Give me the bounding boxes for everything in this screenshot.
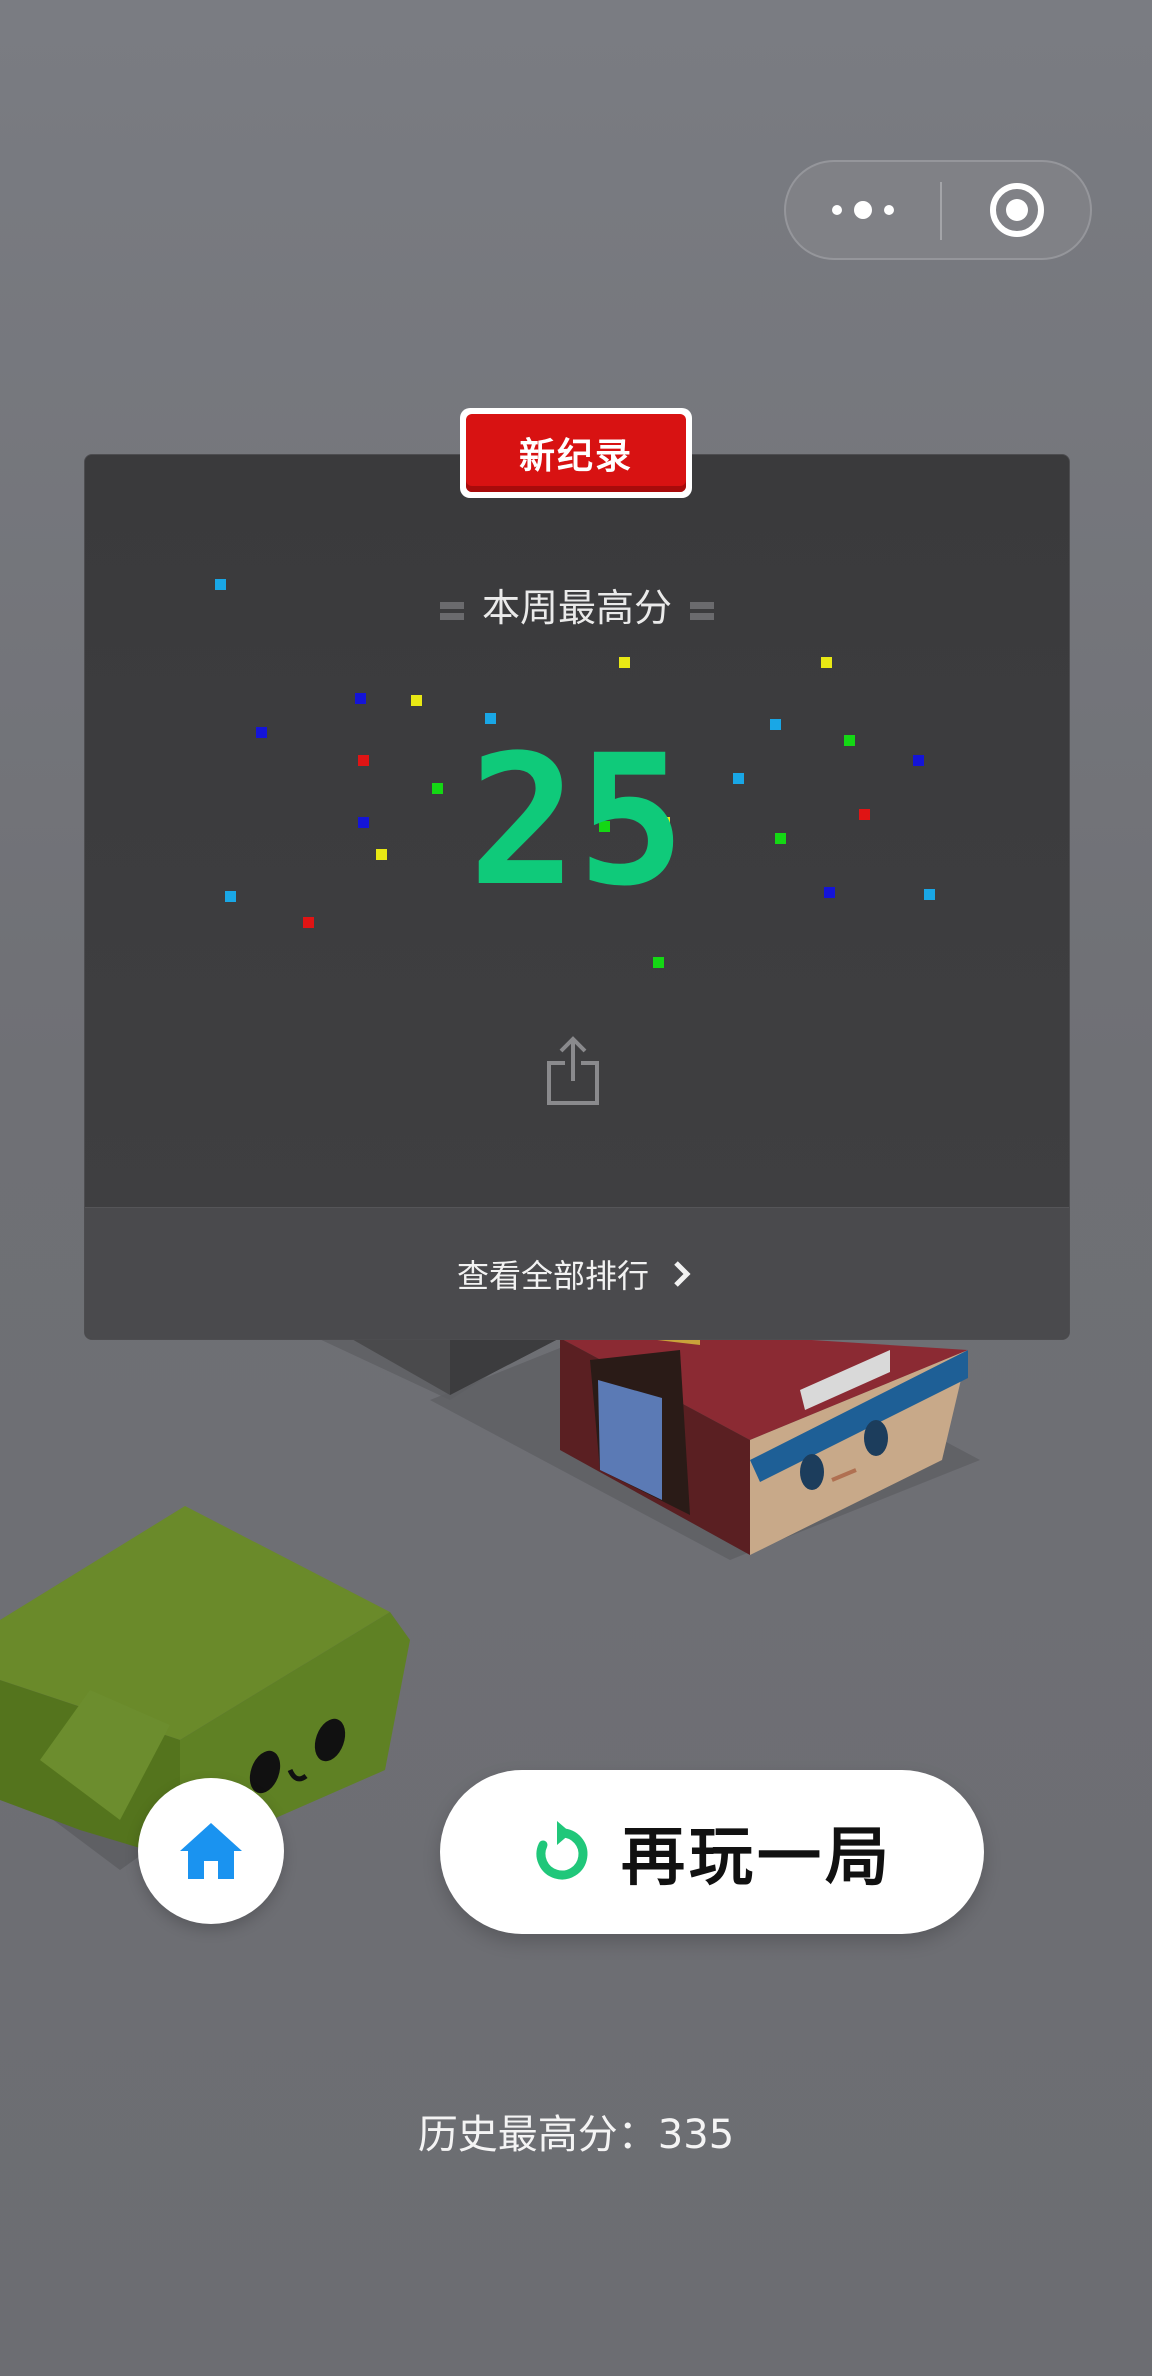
character-block-red — [560, 1338, 968, 1555]
more-dots-icon — [832, 201, 894, 219]
replay-label: 再玩一局 — [621, 1821, 893, 1895]
share-button[interactable] — [543, 1035, 603, 1107]
close-mini-program-button[interactable] — [942, 162, 1092, 258]
home-button[interactable] — [138, 1778, 284, 1924]
new-record-label: 新纪录 — [466, 414, 686, 492]
home-icon — [180, 1823, 242, 1879]
share-icon — [547, 1036, 599, 1105]
new-record-badge: 新纪录 — [460, 408, 692, 498]
history-best-score: 历史最高分：335 — [417, 2112, 735, 2158]
view-all-ranking-link[interactable]: 查看全部排行 — [85, 1207, 1069, 1339]
weekly-score: 25 — [469, 735, 686, 915]
view-all-ranking-label: 查看全部排行 — [456, 1257, 649, 1295]
score-value: 25 — [469, 735, 686, 915]
refresh-icon — [536, 1821, 588, 1880]
score-panel: 本周最高分 25 — [85, 455, 1069, 1207]
result-card: 本周最高分 25 查看全部排行 — [84, 454, 1070, 1340]
chevron-right-icon — [674, 1261, 691, 1287]
more-menu-button[interactable] — [786, 162, 940, 258]
replay-button[interactable]: 再玩一局 — [440, 1770, 984, 1934]
target-circle-icon — [990, 183, 1044, 237]
mini-program-capsule — [784, 160, 1092, 260]
